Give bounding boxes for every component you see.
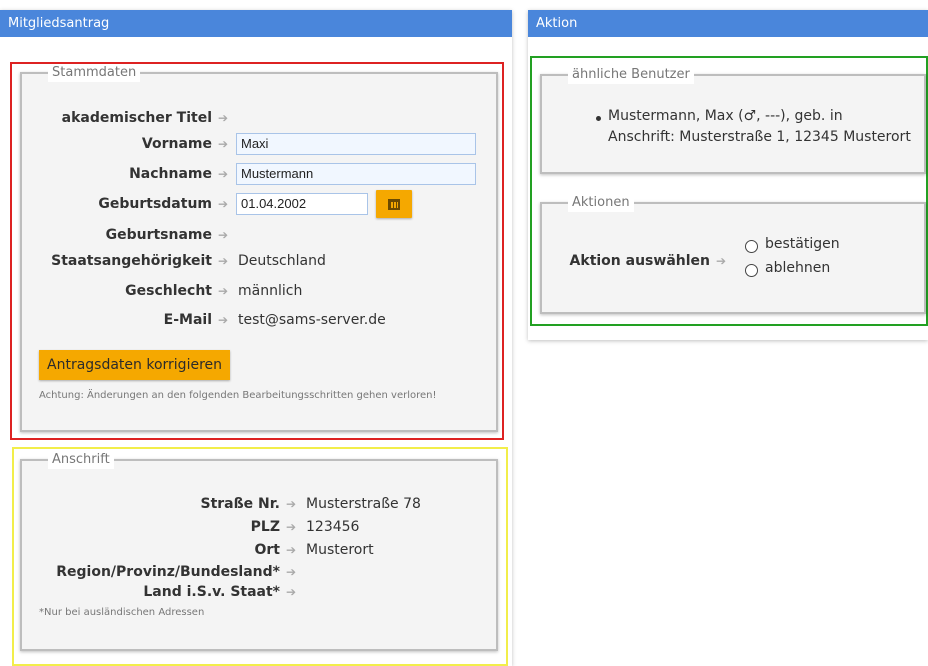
field-label: Staatsangehörigkeit [51,253,212,269]
field-ort: Ort ➔ Musterort [22,539,500,561]
field-label: Geschlecht [125,283,212,299]
panel-title: Mitgliedsantrag [0,10,512,37]
field-aktion-auswaehlen: Aktion auswählen ➔ [542,250,928,272]
arrow-icon: ➔ [286,565,297,579]
aehnliche-benutzer-legend: ähnliche Benutzer [568,66,694,84]
field-label: Straße Nr. [200,496,280,512]
arrow-icon: ➔ [286,585,297,599]
aktionen-fieldset: Aktionen Aktion auswählen ➔ bestätigen a… [540,194,928,314]
footnote-text: *Nur bei ausländischen Adressen [39,607,205,618]
stammdaten-legend: Stammdaten [48,64,141,82]
arrow-icon: ➔ [716,254,727,268]
radio-ablehnen[interactable] [745,264,758,277]
field-plz: PLZ ➔ 123456 [22,516,500,538]
field-value: test@sams-server.de [238,312,386,328]
field-label: Aktion auswählen [569,253,710,269]
arrow-icon: ➔ [218,313,229,327]
aehnliche-benutzer-fieldset: ähnliche Benutzer Mustermann, Max (♂, --… [540,66,926,174]
field-region: Region/Provinz/Bundesland* ➔ [22,561,500,583]
field-label: Land i.S.v. Staat* [143,584,280,600]
field-label: Ort [254,542,281,558]
field-value: Deutschland [238,253,326,269]
anschrift-legend: Anschrift [48,451,114,469]
list-bullet [596,116,601,121]
calendar-button[interactable] [376,190,412,218]
arrow-icon: ➔ [218,228,229,242]
arrow-icon: ➔ [218,254,229,268]
anschrift-fieldset: Anschrift Straße Nr. ➔ Musterstraße 78 P… [20,451,500,651]
field-land: Land i.S.v. Staat* ➔ [22,581,500,603]
field-email: E-Mail ➔ test@sams-server.de [22,309,500,331]
field-label: Vorname [141,136,212,152]
field-akademischer-titel: akademischer Titel ➔ [22,107,500,129]
radio-bestaetigen[interactable] [745,240,758,253]
field-geschlecht: Geschlecht ➔ männlich [22,280,500,302]
arrow-icon: ➔ [286,497,297,511]
field-label: Nachname [129,166,212,182]
aktionen-legend: Aktionen [568,194,634,212]
arrow-icon: ➔ [286,543,297,557]
stammdaten-fieldset: Stammdaten akademischer Titel ➔ Vorname … [20,64,500,432]
antragsdaten-korrigieren-button[interactable]: Antragsdaten korrigieren [39,350,230,380]
field-strasse: Straße Nr. ➔ Musterstraße 78 [22,493,500,515]
arrow-icon: ➔ [286,520,297,534]
field-label: Region/Provinz/Bundesland* [56,564,280,580]
field-label: Geburtsdatum [98,196,212,212]
radio-label-bestaetigen[interactable]: bestätigen [765,236,840,252]
similar-user-line-1[interactable]: Mustermann, Max (♂, ---), geb. in [608,108,843,124]
field-value: Musterort [306,542,374,558]
vorname-input[interactable]: Maxi [236,133,476,155]
nachname-input[interactable]: Mustermann [236,163,476,185]
arrow-icon: ➔ [218,284,229,298]
radio-label-ablehnen[interactable]: ablehnen [765,260,830,276]
warning-text: Achtung: Änderungen an den folgenden Bea… [39,390,437,401]
field-value: männlich [238,283,303,299]
field-label: Geburtsname [105,227,212,243]
field-geburtsname: Geburtsname ➔ [22,224,500,246]
similar-user-line-2: Anschrift: Musterstraße 1, 12345 Mustero… [608,129,911,145]
panel-title: Aktion [528,10,928,37]
field-value: 123456 [306,519,360,535]
arrow-icon: ➔ [218,137,229,151]
field-staatsangehoerigkeit: Staatsangehörigkeit ➔ Deutschland [22,250,500,272]
geburtsdatum-input[interactable]: 01.04.2002 [236,193,368,215]
field-value: Musterstraße 78 [306,496,421,512]
arrow-icon: ➔ [218,197,229,211]
arrow-icon: ➔ [218,167,229,181]
calendar-icon [388,198,400,210]
field-label: akademischer Titel [61,110,212,126]
field-label: PLZ [250,519,280,535]
field-label: E-Mail [163,312,212,328]
arrow-icon: ➔ [218,111,229,125]
